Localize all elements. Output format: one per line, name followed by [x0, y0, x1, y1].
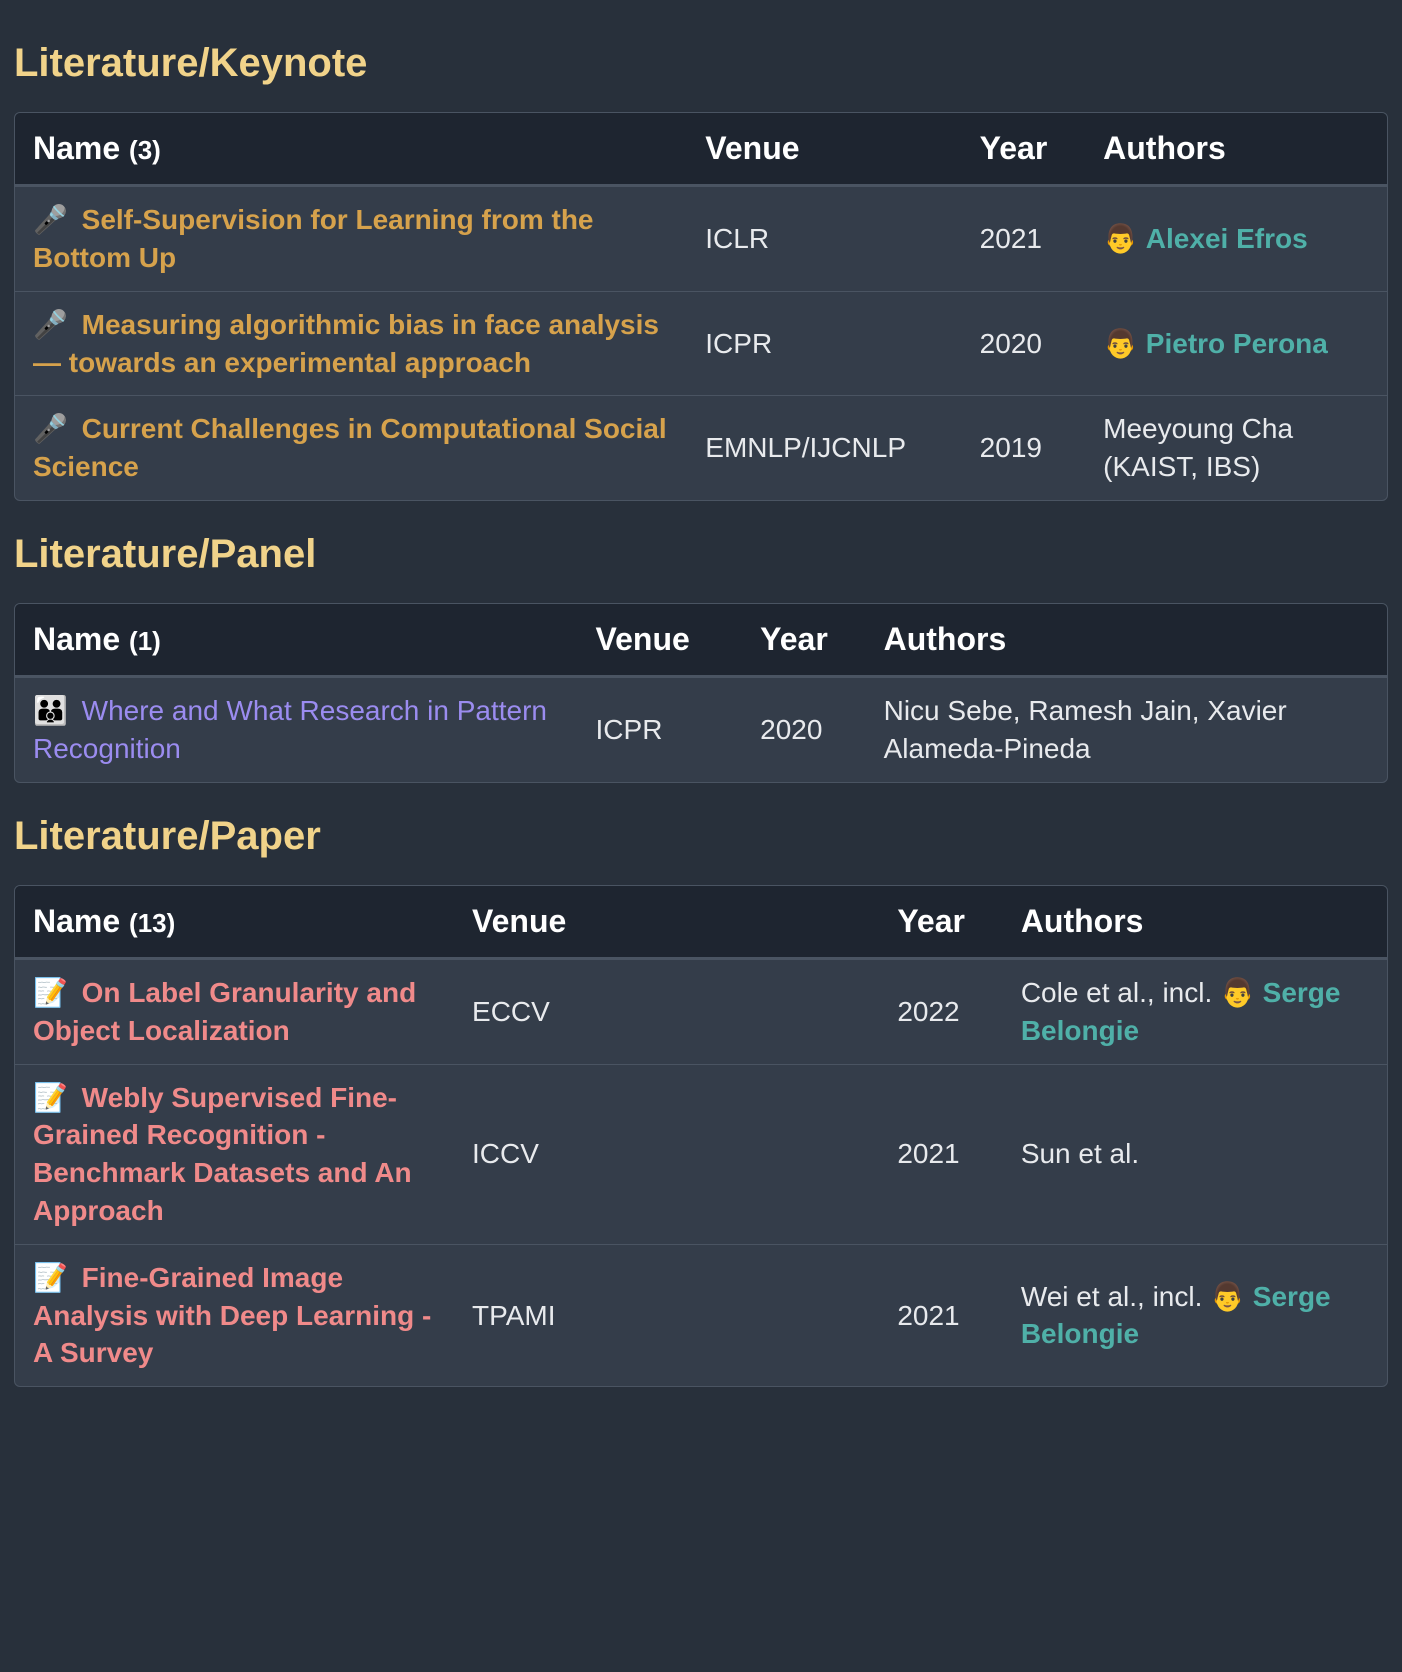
- cell-year: 2020: [742, 676, 865, 782]
- entry-type-icon: 🎤: [33, 413, 68, 444]
- col-venue: Venue: [454, 886, 879, 958]
- row-count: (13): [129, 908, 175, 938]
- table-row: 📝 Fine-Grained Image Analysis with Deep …: [15, 1244, 1387, 1386]
- table-keynote: Name (3)VenueYearAuthors 🎤 Self-Supervisi…: [14, 112, 1388, 501]
- entry-type-icon: 🎤: [33, 309, 68, 340]
- table-row: 📝 On Label Granularity and Object Locali…: [15, 958, 1387, 1064]
- authors-text: 👨: [1103, 223, 1146, 254]
- section-title-panel: Literature/Panel: [14, 527, 1388, 581]
- table-row: 🎤 Current Challenges in Computational So…: [15, 395, 1387, 500]
- entry-type-icon: 📝: [33, 977, 68, 1008]
- authors-text: Cole et al., incl. 👨: [1021, 977, 1263, 1008]
- table-row: 🎤 Self-Supervision for Learning from the…: [15, 185, 1387, 291]
- table-row: 👪 Where and What Research in Pattern Rec…: [15, 676, 1387, 782]
- cell-authors: 👨 Pietro Perona: [1085, 291, 1387, 396]
- cell-year: 2021: [879, 1064, 1002, 1244]
- cell-name: 📝 Fine-Grained Image Analysis with Deep …: [15, 1244, 454, 1386]
- entry-link[interactable]: On Label Granularity and Object Localiza…: [33, 977, 416, 1046]
- entry-link[interactable]: Measuring algorithmic bias in face analy…: [33, 309, 659, 378]
- col-authors: Authors: [1003, 886, 1387, 958]
- col-name: Name (3): [15, 113, 687, 185]
- cell-year: 2020: [962, 291, 1085, 396]
- section-title-keynote: Literature/Keynote: [14, 36, 1388, 90]
- authors-text: 👨: [1103, 328, 1146, 359]
- col-name: Name (13): [15, 886, 454, 958]
- entry-type-icon: 👪: [33, 695, 68, 726]
- author-link[interactable]: Pietro Perona: [1146, 328, 1328, 359]
- table-row: 📝 Webly Supervised Fine-Grained Recognit…: [15, 1064, 1387, 1244]
- cell-venue: ICCV: [454, 1064, 879, 1244]
- cell-authors: Sun et al.: [1003, 1064, 1387, 1244]
- table-panel: Name (1)VenueYearAuthors 👪 Where and What…: [14, 603, 1388, 783]
- cell-authors: 👨 Alexei Efros: [1085, 185, 1387, 291]
- col-name: Name (1): [15, 604, 578, 676]
- row-count: (1): [129, 626, 161, 656]
- authors-text: Wei et al., incl. 👨: [1021, 1281, 1253, 1312]
- entry-type-icon: 🎤: [33, 204, 68, 235]
- section-title-paper: Literature/Paper: [14, 809, 1388, 863]
- col-authors: Authors: [1085, 113, 1387, 185]
- entry-link[interactable]: Webly Supervised Fine-Grained Recognitio…: [33, 1082, 412, 1226]
- cell-authors: Wei et al., incl. 👨 Serge Belongie: [1003, 1244, 1387, 1386]
- cell-venue: ICPR: [578, 676, 743, 782]
- cell-year: 2021: [962, 185, 1085, 291]
- cell-authors: Cole et al., incl. 👨 Serge Belongie: [1003, 958, 1387, 1064]
- cell-venue: ICLR: [687, 185, 961, 291]
- cell-year: 2019: [962, 395, 1085, 500]
- cell-authors: Nicu Sebe, Ramesh Jain, Xavier Alameda-P…: [866, 676, 1387, 782]
- table-row: 🎤 Measuring algorithmic bias in face ana…: [15, 291, 1387, 396]
- cell-name: 🎤 Measuring algorithmic bias in face ana…: [15, 291, 687, 396]
- cell-venue: TPAMI: [454, 1244, 879, 1386]
- table-paper: Name (13)VenueYearAuthors 📝 On Label Gran…: [14, 885, 1388, 1387]
- cell-authors: Meeyoung Cha (KAIST, IBS): [1085, 395, 1387, 500]
- author-link[interactable]: Alexei Efros: [1146, 223, 1308, 254]
- entry-link[interactable]: Self-Supervision for Learning from the B…: [33, 204, 594, 273]
- entry-type-icon: 📝: [33, 1082, 68, 1113]
- entry-link[interactable]: Current Challenges in Computational Soci…: [33, 413, 667, 482]
- row-count: (3): [129, 135, 161, 165]
- cell-year: 2022: [879, 958, 1002, 1064]
- col-authors: Authors: [866, 604, 1387, 676]
- entry-type-icon: 📝: [33, 1262, 68, 1293]
- entry-link[interactable]: Where and What Research in Pattern Recog…: [33, 695, 547, 764]
- cell-venue: ICPR: [687, 291, 961, 396]
- authors-text: Nicu Sebe, Ramesh Jain, Xavier Alameda-P…: [884, 695, 1287, 764]
- col-year: Year: [742, 604, 865, 676]
- cell-venue: ECCV: [454, 958, 879, 1064]
- cell-year: 2021: [879, 1244, 1002, 1386]
- col-venue: Venue: [578, 604, 743, 676]
- cell-name: 📝 On Label Granularity and Object Locali…: [15, 958, 454, 1064]
- cell-name: 📝 Webly Supervised Fine-Grained Recognit…: [15, 1064, 454, 1244]
- cell-name: 🎤 Self-Supervision for Learning from the…: [15, 185, 687, 291]
- authors-text: Meeyoung Cha (KAIST, IBS): [1103, 413, 1293, 482]
- cell-name: 👪 Where and What Research in Pattern Rec…: [15, 676, 578, 782]
- col-year: Year: [962, 113, 1085, 185]
- col-year: Year: [879, 886, 1002, 958]
- cell-name: 🎤 Current Challenges in Computational So…: [15, 395, 687, 500]
- entry-link[interactable]: Fine-Grained Image Analysis with Deep Le…: [33, 1262, 431, 1369]
- cell-venue: EMNLP/IJCNLP: [687, 395, 961, 500]
- col-venue: Venue: [687, 113, 961, 185]
- authors-text: Sun et al.: [1021, 1138, 1139, 1169]
